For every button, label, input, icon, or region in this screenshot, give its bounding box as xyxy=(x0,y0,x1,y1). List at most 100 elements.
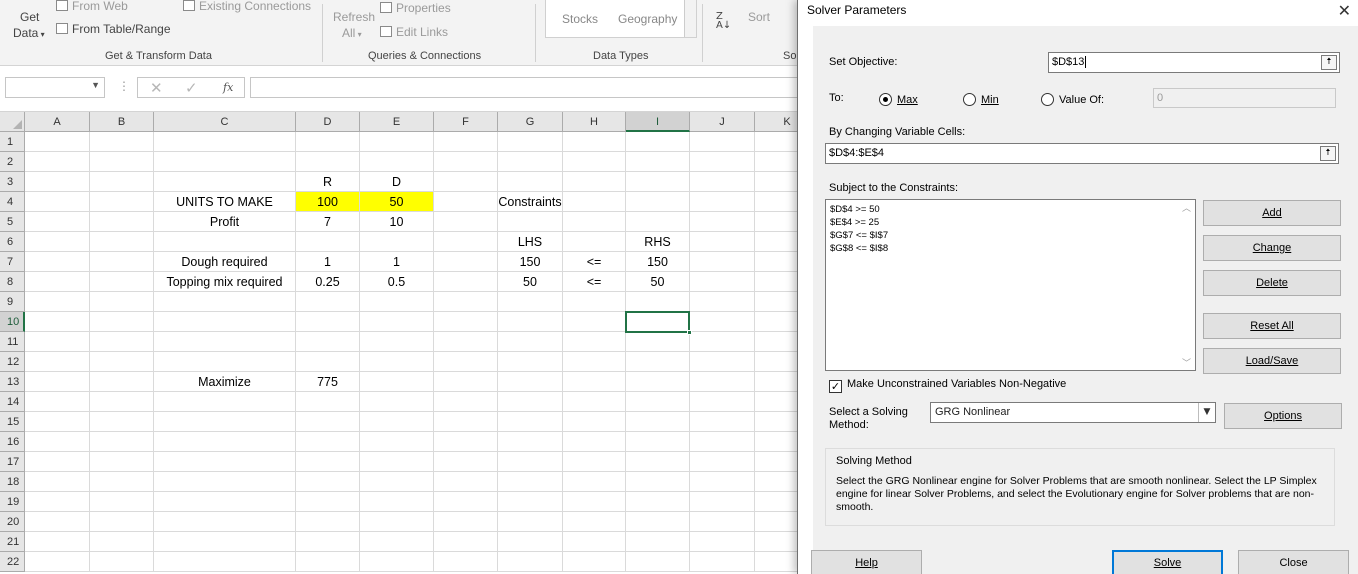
cancel-icon[interactable]: ✕ xyxy=(150,79,163,97)
cell-a14[interactable] xyxy=(25,392,90,412)
cell-j7[interactable] xyxy=(690,252,755,272)
cell-a20[interactable] xyxy=(25,512,90,532)
cell-i4[interactable] xyxy=(626,192,690,212)
cell-b4[interactable] xyxy=(90,192,154,212)
cell-f17[interactable] xyxy=(434,452,498,472)
cell-c20[interactable] xyxy=(154,512,296,532)
cell-i22[interactable] xyxy=(626,552,690,572)
get-data-button[interactable]: Get xyxy=(20,10,39,24)
cell-f21[interactable] xyxy=(434,532,498,552)
cell-c8[interactable]: Topping mix required xyxy=(154,272,296,292)
cell-k12[interactable] xyxy=(755,352,798,372)
cell-b21[interactable] xyxy=(90,532,154,552)
cell-g4[interactable]: Constraints xyxy=(498,192,563,212)
cell-k10[interactable] xyxy=(755,312,798,332)
cell-g1[interactable] xyxy=(498,132,563,152)
cell-i14[interactable] xyxy=(626,392,690,412)
cell-j19[interactable] xyxy=(690,492,755,512)
cell-d3[interactable]: R xyxy=(296,172,360,192)
cell-k22[interactable] xyxy=(755,552,798,572)
cell-g14[interactable] xyxy=(498,392,563,412)
cell-g19[interactable] xyxy=(498,492,563,512)
row-header-22[interactable]: 22 xyxy=(0,552,25,572)
row-header-16[interactable]: 16 xyxy=(0,432,25,452)
cell-g15[interactable] xyxy=(498,412,563,432)
cell-a22[interactable] xyxy=(25,552,90,572)
cell-c4[interactable]: UNITS TO MAKE xyxy=(154,192,296,212)
cell-c18[interactable] xyxy=(154,472,296,492)
cell-k1[interactable] xyxy=(755,132,798,152)
cell-j20[interactable] xyxy=(690,512,755,532)
cell-k4[interactable] xyxy=(755,192,798,212)
cell-g11[interactable] xyxy=(498,332,563,352)
cell-a10[interactable] xyxy=(25,312,90,332)
cell-d12[interactable] xyxy=(296,352,360,372)
reset-all-button[interactable]: Reset All xyxy=(1203,313,1341,339)
cell-j14[interactable] xyxy=(690,392,755,412)
cell-e11[interactable] xyxy=(360,332,434,352)
cell-e16[interactable] xyxy=(360,432,434,452)
cell-h10[interactable] xyxy=(563,312,626,332)
row-header-7[interactable]: 7 xyxy=(0,252,25,272)
cell-b9[interactable] xyxy=(90,292,154,312)
cell-e7[interactable]: 1 xyxy=(360,252,434,272)
cell-h6[interactable] xyxy=(563,232,626,252)
cell-b17[interactable] xyxy=(90,452,154,472)
row-header-2[interactable]: 2 xyxy=(0,152,25,172)
cell-f3[interactable] xyxy=(434,172,498,192)
change-button[interactable]: Change xyxy=(1203,235,1341,261)
cell-h5[interactable] xyxy=(563,212,626,232)
cell-h15[interactable] xyxy=(563,412,626,432)
cell-a1[interactable] xyxy=(25,132,90,152)
cell-a21[interactable] xyxy=(25,532,90,552)
objective-input[interactable]: $D$13 🠅 xyxy=(1048,52,1340,73)
cell-d7[interactable]: 1 xyxy=(296,252,360,272)
cell-i7[interactable]: 150 xyxy=(626,252,690,272)
cell-b19[interactable] xyxy=(90,492,154,512)
column-header-e[interactable]: E xyxy=(360,112,434,132)
cell-h18[interactable] xyxy=(563,472,626,492)
help-button[interactable]: Help xyxy=(811,550,922,574)
cell-e2[interactable] xyxy=(360,152,434,172)
options-button[interactable]: Options xyxy=(1224,403,1342,429)
collapse-dialog-icon[interactable]: 🠅 xyxy=(1321,55,1337,70)
cell-f18[interactable] xyxy=(434,472,498,492)
value-of-input[interactable]: 0 xyxy=(1153,88,1336,108)
cell-k21[interactable] xyxy=(755,532,798,552)
cell-k3[interactable] xyxy=(755,172,798,192)
cell-h9[interactable] xyxy=(563,292,626,312)
cell-d8[interactable]: 0.25 xyxy=(296,272,360,292)
cell-a7[interactable] xyxy=(25,252,90,272)
cell-f12[interactable] xyxy=(434,352,498,372)
cell-b11[interactable] xyxy=(90,332,154,352)
cell-h8[interactable]: <= xyxy=(563,272,626,292)
cell-f19[interactable] xyxy=(434,492,498,512)
cell-i18[interactable] xyxy=(626,472,690,492)
row-header-10[interactable]: 10 xyxy=(0,312,25,332)
cell-h3[interactable] xyxy=(563,172,626,192)
cell-f13[interactable] xyxy=(434,372,498,392)
select-all-corner[interactable] xyxy=(0,112,25,132)
cell-i21[interactable] xyxy=(626,532,690,552)
row-header-14[interactable]: 14 xyxy=(0,392,25,412)
cell-c12[interactable] xyxy=(154,352,296,372)
more-icon[interactable]: ⋮ xyxy=(118,79,130,93)
row-header-6[interactable]: 6 xyxy=(0,232,25,252)
cell-g9[interactable] xyxy=(498,292,563,312)
cell-j10[interactable] xyxy=(690,312,755,332)
cell-d18[interactable] xyxy=(296,472,360,492)
cell-b22[interactable] xyxy=(90,552,154,572)
cell-c7[interactable]: Dough required xyxy=(154,252,296,272)
cell-i17[interactable] xyxy=(626,452,690,472)
cell-c22[interactable] xyxy=(154,552,296,572)
constraint-item[interactable]: $G$7 <= $I$7 xyxy=(830,229,1195,242)
cell-b5[interactable] xyxy=(90,212,154,232)
cell-a8[interactable] xyxy=(25,272,90,292)
cell-c14[interactable] xyxy=(154,392,296,412)
cell-a11[interactable] xyxy=(25,332,90,352)
solving-method-select[interactable]: GRG Nonlinear ▼ xyxy=(930,402,1216,423)
column-header-h[interactable]: H xyxy=(563,112,626,132)
cell-d16[interactable] xyxy=(296,432,360,452)
cell-j18[interactable] xyxy=(690,472,755,492)
cell-g20[interactable] xyxy=(498,512,563,532)
